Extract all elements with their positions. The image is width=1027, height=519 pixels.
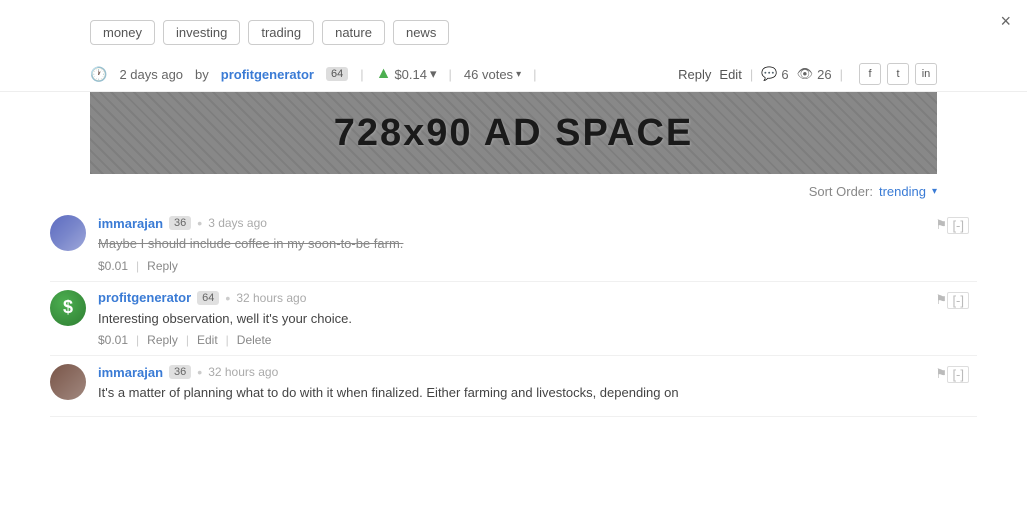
- comment-collapse-3[interactable]: [-]: [947, 366, 969, 383]
- sort-value[interactable]: trending: [879, 184, 926, 199]
- comment-text-1: Maybe I should include coffee in my soon…: [98, 234, 977, 254]
- tags-row: money investing trading nature news: [0, 0, 1027, 57]
- post-username[interactable]: profitgenerator: [221, 67, 314, 82]
- tag-money[interactable]: money: [90, 20, 155, 45]
- comments-section: immarajan36•3 days agoMaybe I should inc…: [0, 207, 1027, 417]
- comment-actions-1: $0.01|Reply: [98, 259, 977, 273]
- comment-body-3: immarajan36•32 hours agoIt's a matter of…: [98, 364, 977, 408]
- comment-2: $profitgenerator64•32 hours agoInteresti…: [50, 282, 977, 357]
- sort-caret-icon[interactable]: ▾: [932, 186, 937, 197]
- ad-banner: 728x90 AD SPACE: [90, 92, 937, 174]
- comment-badge-3: 36: [169, 365, 191, 379]
- votes-value: 46 votes: [464, 67, 513, 82]
- comment-badge-2: 64: [197, 291, 219, 305]
- facebook-icon[interactable]: f: [859, 63, 881, 85]
- sort-row: Sort Order: trending ▾: [0, 174, 1027, 207]
- meta-divider-5: |: [840, 67, 843, 82]
- twitter-icon[interactable]: t: [887, 63, 909, 85]
- comment-body-2: profitgenerator64•32 hours agoInterestin…: [98, 290, 977, 348]
- payout-caret: ▾: [430, 66, 437, 82]
- user-rep-badge: 64: [326, 67, 348, 81]
- edit-link[interactable]: Edit: [719, 67, 741, 82]
- comment-username-1[interactable]: immarajan: [98, 216, 163, 231]
- meta-row: 🕐 2 days ago by profitgenerator 64 | ▲ $…: [0, 57, 1027, 92]
- avatar-immarajan: [50, 215, 86, 251]
- comments-count: 6: [781, 67, 788, 82]
- comment-collapse-2[interactable]: [-]: [947, 292, 969, 309]
- comment-bubble-icon: 💬: [761, 66, 777, 82]
- payout-section: ▲ $0.14 ▾: [376, 65, 437, 83]
- comment-edit-2[interactable]: Edit: [197, 333, 218, 347]
- sort-label: Sort Order:: [809, 184, 873, 199]
- views-stat: 👁 26: [797, 66, 832, 82]
- comments-stat: 💬 6: [761, 66, 788, 82]
- post-by: by: [195, 67, 209, 82]
- comment-flag-1[interactable]: ⚑: [935, 217, 947, 233]
- comment-delete-2[interactable]: Delete: [237, 333, 272, 347]
- comment-reply-1[interactable]: Reply: [147, 259, 178, 273]
- meta-divider-4: |: [750, 67, 753, 82]
- comment-time-2: 32 hours ago: [236, 291, 306, 305]
- comment-text-3: It's a matter of planning what to do wit…: [98, 383, 977, 403]
- votes-caret-icon: ▾: [516, 69, 521, 80]
- comment-payout-2: $0.01: [98, 333, 128, 347]
- tag-news[interactable]: news: [393, 20, 449, 45]
- comment-1: immarajan36•3 days agoMaybe I should inc…: [50, 207, 977, 282]
- upvote-icon: ▲: [376, 65, 392, 83]
- meta-divider-1: |: [360, 67, 363, 82]
- linkedin-icon[interactable]: in: [915, 63, 937, 85]
- eye-icon: 👁: [797, 66, 814, 82]
- comment-reply-2[interactable]: Reply: [147, 333, 178, 347]
- ad-text: 728x90 AD SPACE: [334, 112, 694, 155]
- comment-username-3[interactable]: immarajan: [98, 365, 163, 380]
- comment-badge-1: 36: [169, 216, 191, 230]
- avatar-immarajan: [50, 364, 86, 400]
- tag-nature[interactable]: nature: [322, 20, 385, 45]
- comment-3: immarajan36•32 hours agoIt's a matter of…: [50, 356, 977, 417]
- comment-text-2: Interesting observation, well it's your …: [98, 309, 977, 329]
- views-count: 26: [817, 67, 831, 82]
- votes-section[interactable]: 46 votes ▾: [464, 67, 521, 82]
- tag-trading[interactable]: trading: [248, 20, 314, 45]
- comment-collapse-1[interactable]: [-]: [947, 217, 969, 234]
- reply-link[interactable]: Reply: [678, 67, 711, 82]
- close-button[interactable]: ×: [1000, 12, 1011, 30]
- comment-body-1: immarajan36•3 days agoMaybe I should inc…: [98, 215, 977, 273]
- comment-payout-1: $0.01: [98, 259, 128, 273]
- meta-divider-3: |: [533, 67, 536, 82]
- comment-flag-2[interactable]: ⚑: [935, 292, 947, 308]
- tag-investing[interactable]: investing: [163, 20, 240, 45]
- payout-value: $0.14: [394, 67, 427, 82]
- meta-divider-2: |: [449, 67, 452, 82]
- comment-time-3: 32 hours ago: [208, 365, 278, 379]
- comment-username-2[interactable]: profitgenerator: [98, 290, 191, 305]
- comment-actions-2: $0.01|Reply|Edit|Delete: [98, 333, 977, 347]
- post-time: 2 days ago: [119, 67, 183, 82]
- avatar-profitgenerator: $: [50, 290, 86, 326]
- comment-flag-3[interactable]: ⚑: [935, 366, 947, 382]
- social-icons: f t in: [859, 63, 937, 85]
- clock-icon: 🕐: [90, 66, 107, 83]
- comment-time-1: 3 days ago: [208, 216, 267, 230]
- action-links: Reply Edit | 💬 6 👁 26 | f t in: [678, 63, 937, 85]
